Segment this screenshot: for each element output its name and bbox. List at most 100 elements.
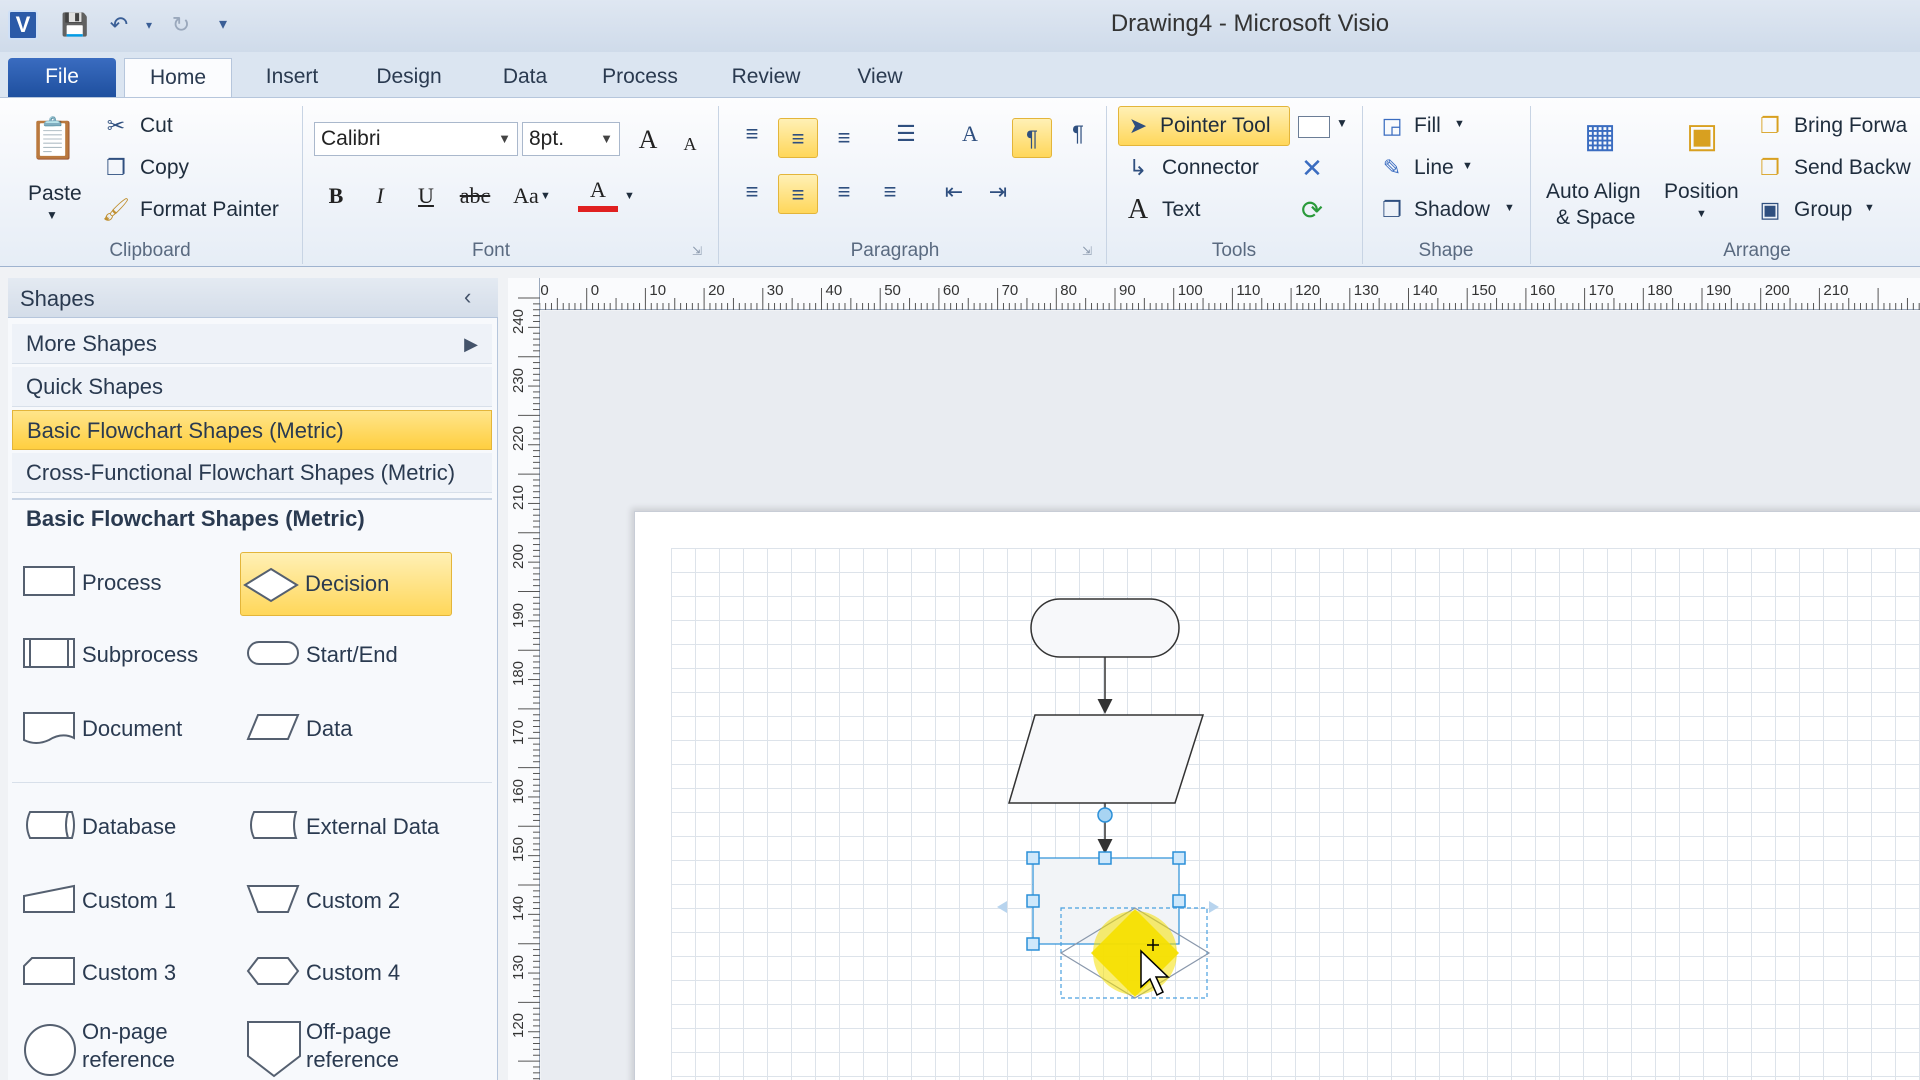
font-color-button[interactable]: A [578, 174, 618, 212]
master-on-page-reference[interactable]: On-page reference [18, 1018, 228, 1080]
tab-data[interactable]: Data [490, 58, 560, 98]
auto-align-space-label[interactable]: & Space [1556, 206, 1635, 230]
bring-forward-button[interactable]: Bring Forwa [1794, 114, 1907, 138]
auto-connect-arrow-left[interactable] [997, 901, 1007, 913]
copy-button[interactable]: Copy [140, 156, 189, 180]
italic-button[interactable]: I [360, 176, 400, 216]
master-external-data[interactable]: External Data [242, 798, 472, 858]
cut-icon[interactable]: ✂ [102, 112, 130, 140]
chevron-down-icon[interactable]: ▼ [1336, 116, 1348, 130]
increase-indent-icon[interactable]: ⇥ [984, 178, 1012, 206]
ruler-tick-label: 240 [510, 308, 527, 334]
font-family-combo[interactable]: Calibri ▼ [314, 122, 518, 156]
master-custom-3[interactable]: Custom 3 [18, 944, 228, 1004]
text-tool-icon: A [1127, 194, 1149, 225]
bullets-icon[interactable]: ☰ [892, 120, 920, 148]
dialog-launcher-icon[interactable]: ⇲ [692, 244, 702, 258]
group-button[interactable]: Group [1794, 198, 1852, 222]
underline-button[interactable]: U [406, 176, 446, 216]
master-decision[interactable]: Decision [240, 552, 452, 616]
master-process[interactable]: Process [18, 554, 228, 614]
tab-design[interactable]: Design [364, 58, 454, 98]
close-icon[interactable]: ✕ [1298, 154, 1326, 182]
master-document[interactable]: Document [18, 700, 228, 760]
collapse-pane-icon[interactable]: ‹ [464, 284, 471, 310]
chevron-down-icon[interactable]: ▼ [600, 123, 613, 155]
strikethrough-button[interactable]: abc [452, 176, 498, 216]
chevron-down-icon[interactable]: ▼ [540, 190, 551, 202]
text-rotate-icon[interactable]: A [956, 120, 984, 148]
chevron-down-icon[interactable]: ▼ [1454, 118, 1465, 130]
ltr-icon[interactable]: ¶ [1012, 118, 1052, 158]
bold-button[interactable]: B [316, 176, 356, 216]
connector-button[interactable]: Connector [1162, 156, 1259, 180]
shrink-font-button[interactable]: A [670, 124, 710, 164]
format-painter-button[interactable]: Format Painter [140, 198, 279, 222]
send-backward-button[interactable]: Send Backw [1794, 156, 1911, 180]
chevron-down-icon[interactable]: ▼ [1696, 208, 1707, 220]
align-center-icon[interactable]: ≡ [778, 174, 818, 214]
auto-align-icon[interactable]: ▦ [1578, 110, 1622, 162]
cross-functional-stencil-item[interactable]: Cross-Functional Flowchart Shapes (Metri… [12, 453, 492, 493]
tab-process[interactable]: Process [592, 58, 688, 98]
start-end-shape[interactable] [1030, 598, 1180, 658]
position-icon[interactable]: ▣ [1680, 110, 1724, 162]
font-size-combo[interactable]: 8pt. ▼ [522, 122, 620, 156]
rtl-icon[interactable]: ¶ [1064, 120, 1092, 148]
stencil-title: Basic Flowchart Shapes (Metric) [26, 506, 365, 531]
align-bottom-icon[interactable]: ≡ [830, 124, 858, 152]
align-right-icon[interactable]: ≡ [830, 178, 858, 206]
paste-dropdown-icon[interactable]: ▼ [46, 208, 58, 222]
chevron-down-icon[interactable]: ▼ [1462, 160, 1473, 172]
connection-point-icon[interactable]: ⟳ [1298, 196, 1326, 224]
fill-button[interactable]: Fill [1414, 114, 1441, 138]
shapes-pane-header: Shapes ‹ [8, 278, 498, 318]
cut-button[interactable]: Cut [140, 114, 173, 138]
drawing-canvas[interactable] [541, 311, 1920, 1080]
chevron-down-icon[interactable]: ▼ [498, 123, 511, 155]
justify-icon[interactable]: ≡ [876, 178, 904, 206]
tab-insert[interactable]: Insert [252, 58, 332, 98]
more-shapes-item[interactable]: More Shapes ▶ [12, 324, 492, 364]
master-subprocess[interactable]: Subprocess [18, 626, 228, 686]
master-custom-1[interactable]: Custom 1 [18, 872, 228, 932]
master-off-page-reference[interactable]: Off-page reference [242, 1018, 452, 1080]
basic-flowchart-stencil-item[interactable]: Basic Flowchart Shapes (Metric) [12, 410, 492, 450]
vertical-ruler[interactable]: 240 230 220 210 200 190 180 170 160 150 140 130 120 [508, 278, 540, 1080]
align-middle-icon[interactable]: ≡ [778, 118, 818, 158]
rectangle-icon[interactable] [1298, 116, 1330, 138]
align-top-icon[interactable]: ≡ [738, 120, 766, 148]
tab-file[interactable]: File [8, 58, 116, 98]
tab-review[interactable]: Review [718, 58, 814, 98]
connector-handle[interactable] [1097, 807, 1113, 823]
master-database[interactable]: Database [18, 798, 228, 858]
position-button[interactable]: Position [1664, 180, 1739, 204]
format-painter-icon[interactable]: 🖌 [102, 196, 130, 224]
text-tool-button[interactable]: Text [1162, 198, 1201, 222]
master-data[interactable]: Data [242, 700, 452, 760]
horizontal-ruler[interactable]: 10 0 10 20 30 40 50 60 70 80 90 100 110 120 130 140 150 1… [508, 278, 1920, 310]
master-start-end[interactable]: Start/End [242, 626, 452, 686]
dialog-launcher-icon[interactable]: ⇲ [1082, 244, 1092, 258]
auto-align-label[interactable]: Auto Align [1546, 180, 1641, 204]
tab-view[interactable]: View [844, 58, 916, 98]
paste-icon[interactable]: 📋 [28, 112, 78, 166]
auto-connect-arrow-right[interactable] [1209, 901, 1219, 913]
master-custom-4[interactable]: Custom 4 [242, 944, 452, 1004]
line-button[interactable]: Line [1414, 156, 1454, 180]
decrease-indent-icon[interactable]: ⇤ [940, 178, 968, 206]
align-left-icon[interactable]: ≡ [738, 178, 766, 206]
quick-shapes-item[interactable]: Quick Shapes [12, 367, 492, 407]
master-label: External Data [306, 814, 440, 839]
copy-icon[interactable]: ❐ [102, 154, 130, 182]
data-shape[interactable] [1007, 714, 1205, 804]
chevron-down-icon[interactable]: ▼ [1504, 202, 1515, 214]
chevron-down-icon[interactable]: ▼ [624, 190, 635, 202]
grow-font-button[interactable]: A [628, 120, 668, 160]
chevron-down-icon[interactable]: ▼ [1864, 202, 1875, 214]
shadow-button[interactable]: Shadow [1414, 198, 1490, 222]
ruler-tick-label: 120 [510, 1013, 527, 1039]
master-custom-2[interactable]: Custom 2 [242, 872, 452, 932]
paste-button[interactable]: Paste [28, 182, 82, 206]
tab-home[interactable]: Home [124, 58, 232, 98]
